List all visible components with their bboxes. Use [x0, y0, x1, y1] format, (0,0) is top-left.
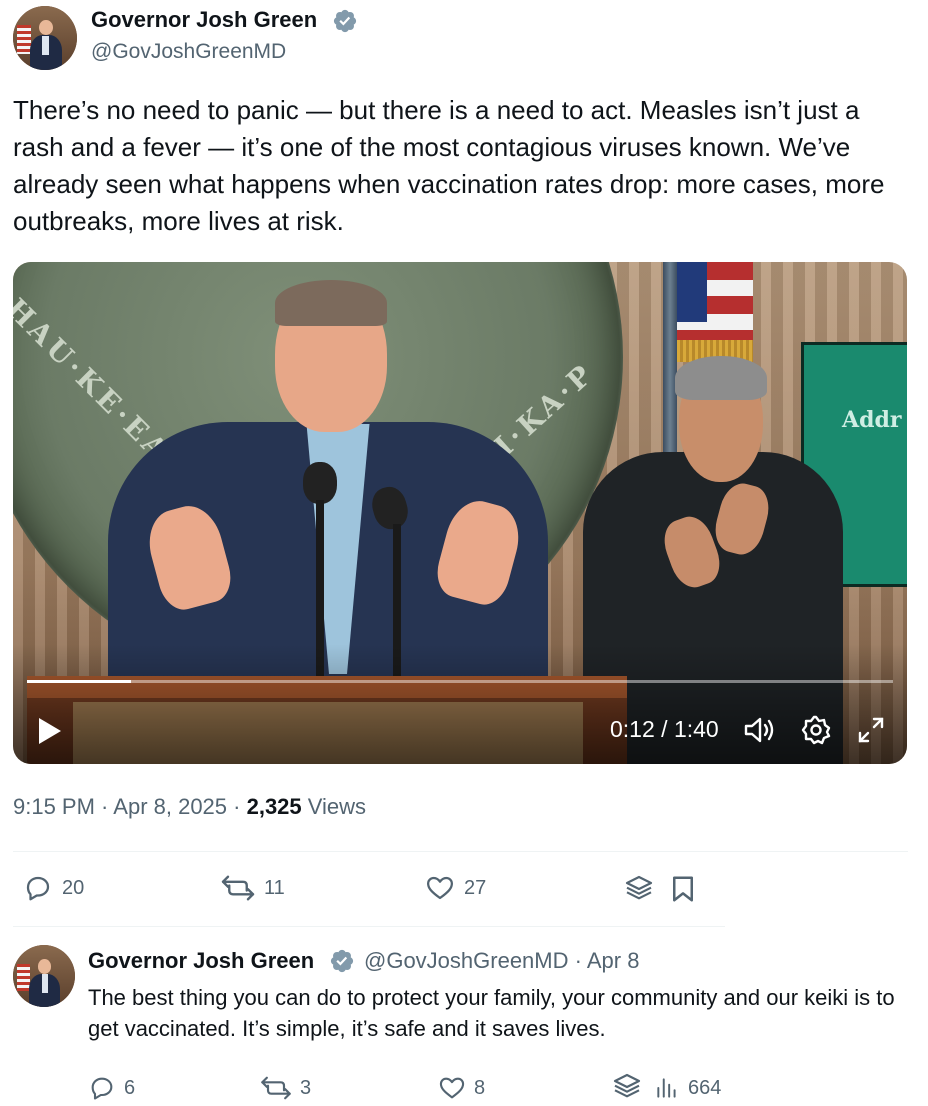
volume-icon[interactable] [743, 715, 775, 745]
layers-icon [613, 1073, 641, 1098]
reply-reply-count: 6 [124, 1076, 136, 1099]
bookmark-button[interactable] [668, 873, 698, 905]
reply-author-name[interactable]: Governor Josh Green [88, 948, 314, 974]
reply-author-avatar[interactable] [13, 945, 75, 1007]
reply-repost-count: 3 [300, 1076, 312, 1099]
layers-icon [625, 875, 653, 900]
settings-icon[interactable] [801, 715, 831, 745]
divider [13, 851, 908, 852]
author-avatar[interactable] [13, 6, 77, 70]
tweet-date[interactable]: Apr 8, 2025 [113, 794, 227, 819]
current-time: 0:12 [610, 716, 655, 742]
progress-fill[interactable] [27, 680, 131, 683]
video-player[interactable]: HAU·KE·EA·O INA·I·KA·P Addr 0:12 / 1:40 [13, 262, 907, 764]
heart-icon [427, 876, 453, 900]
repost-count: 11 [264, 876, 285, 899]
bookmark-icon [673, 876, 693, 902]
reply-icon [91, 1077, 113, 1100]
reply-like-count: 8 [474, 1076, 486, 1099]
reply-like-button[interactable]: 8 [438, 1074, 485, 1102]
microphone [303, 462, 337, 504]
time-readout: 0:12 / 1:40 [610, 716, 719, 742]
verified-badge-icon [330, 949, 354, 973]
duration: 1:40 [673, 716, 719, 742]
views-chart-icon [657, 1078, 676, 1098]
views-count: 2,325 [246, 794, 302, 819]
reply-icon [26, 876, 50, 901]
reply-grok-button[interactable] [610, 1071, 644, 1103]
like-count: 27 [464, 876, 487, 899]
tweet-meta: 9:15 PM · Apr 8, 2025 · 2,325 Views [13, 794, 367, 819]
play-icon[interactable] [37, 717, 63, 745]
grok-button[interactable] [622, 873, 656, 905]
reply-button[interactable]: 20 [22, 873, 84, 903]
reply-views-count: 664 [688, 1076, 722, 1099]
tweet-text: There’s no need to panic — but there is … [13, 95, 885, 236]
heart-icon [439, 1077, 465, 1099]
reply-reply-button[interactable]: 6 [88, 1074, 135, 1102]
author-handle[interactable]: @GovJoshGreenMD [91, 40, 286, 64]
author-name[interactable]: Governor Josh Green [91, 7, 317, 33]
reply-repost-button[interactable]: 3 [260, 1074, 311, 1102]
verified-badge-icon [333, 9, 357, 33]
screen-text: Addr [842, 407, 902, 433]
fullscreen-icon[interactable] [856, 715, 886, 745]
repost-button[interactable]: 11 [220, 873, 285, 903]
like-button[interactable]: 27 [424, 873, 486, 903]
reply-views-button[interactable]: 664 [654, 1074, 721, 1102]
divider [13, 926, 725, 927]
tweet-time[interactable]: 9:15 PM [13, 794, 95, 819]
reply-handle-date[interactable]: @GovJoshGreenMD · Apr 8 [364, 948, 639, 974]
views-label: Views [301, 794, 367, 819]
reply-text: The best thing you can do to protect you… [88, 985, 895, 1041]
reply-count: 20 [62, 876, 85, 899]
repost-icon [221, 875, 255, 901]
repost-icon [261, 1076, 291, 1100]
progress-track[interactable] [27, 680, 893, 683]
